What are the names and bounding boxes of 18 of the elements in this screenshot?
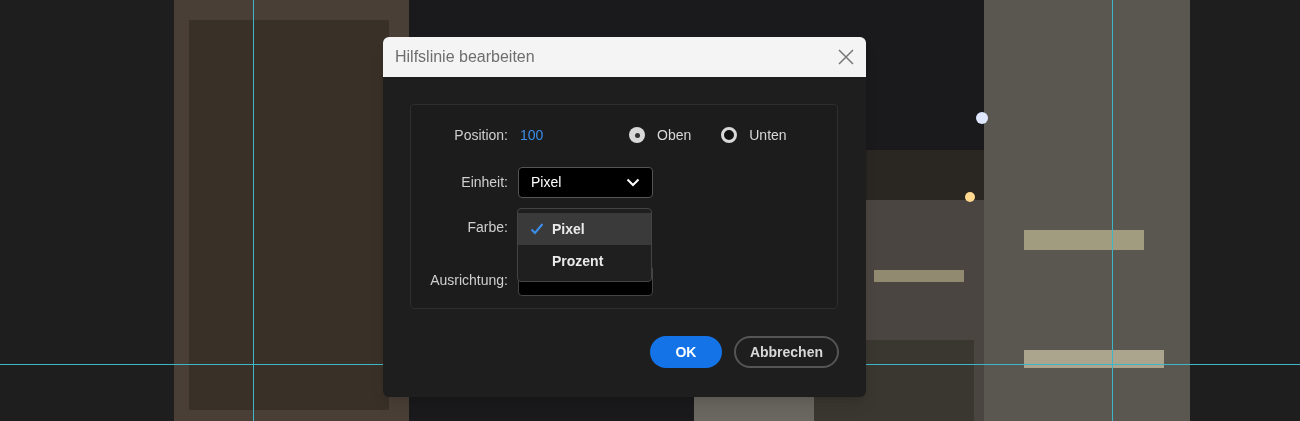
field-label: Einheit: [460, 173, 508, 192]
close-icon[interactable] [838, 49, 854, 65]
field-label: Farbe: [466, 218, 508, 237]
radio-button[interactable] [629, 127, 645, 143]
chevron-down-icon [626, 178, 640, 187]
menu-item[interactable]: Prozent [518, 245, 651, 277]
radio-label[interactable]: Oben [657, 124, 692, 146]
unit-dropdown[interactable]: Pixel [518, 167, 653, 198]
field-label: Position: [453, 125, 508, 145]
radio-label[interactable]: Unten [749, 124, 787, 146]
cancel-button[interactable]: Abbrechen [733, 336, 839, 368]
radio-button[interactable] [721, 127, 738, 143]
position-value[interactable]: 100 [520, 124, 544, 146]
window-title: Hilfslinie bearbeiten [395, 47, 535, 67]
checkmark-icon [530, 222, 544, 236]
menu-item[interactable]: Pixel [518, 213, 651, 245]
ok-button[interactable]: OK [649, 336, 722, 368]
field-label: Ausrichtung: [429, 271, 508, 290]
